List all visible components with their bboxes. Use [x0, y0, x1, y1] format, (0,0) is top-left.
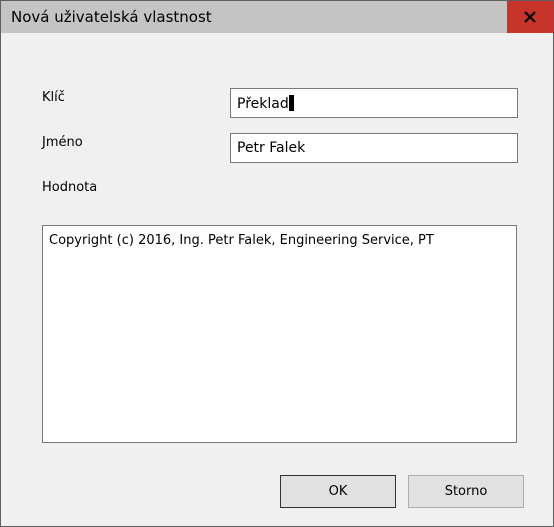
dialog-window: Nová uživatelská vlastnost Klíč Překlad …	[0, 0, 554, 527]
key-label: Klíč	[42, 90, 65, 105]
key-input-value: Překlad	[237, 96, 289, 112]
name-input-value: Petr Falek	[237, 140, 306, 156]
cancel-button-label: Storno	[444, 484, 488, 499]
cancel-button[interactable]: Storno	[408, 475, 524, 508]
value-textarea[interactable]: Copyright (c) 2016, Ing. Petr Falek, Eng…	[42, 225, 517, 443]
title-bar[interactable]: Nová uživatelská vlastnost	[1, 1, 553, 33]
ok-button-label: OK	[328, 484, 348, 499]
key-input[interactable]: Překlad	[230, 88, 518, 118]
ok-button[interactable]: OK	[280, 475, 396, 508]
text-caret	[288, 95, 294, 111]
close-icon	[524, 11, 536, 23]
value-label: Hodnota	[42, 180, 98, 195]
close-button[interactable]	[507, 1, 553, 33]
name-label: Jméno	[42, 135, 83, 150]
name-input[interactable]: Petr Falek	[230, 133, 518, 163]
value-textarea-text: Copyright (c) 2016, Ing. Petr Falek, Eng…	[49, 233, 434, 248]
dialog-title: Nová uživatelská vlastnost	[11, 8, 212, 26]
